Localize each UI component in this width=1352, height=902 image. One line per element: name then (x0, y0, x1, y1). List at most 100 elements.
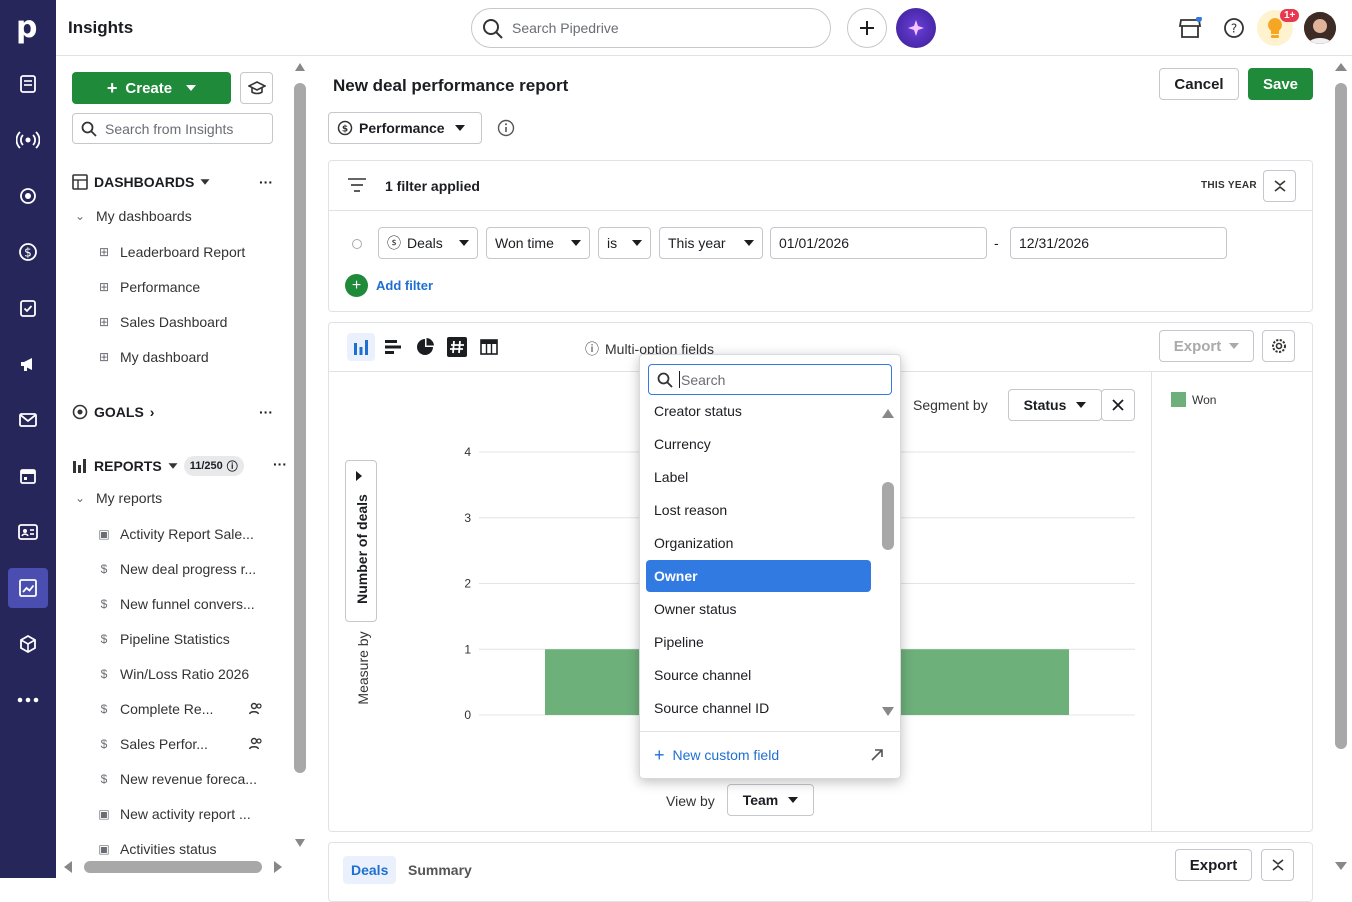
view-by-select[interactable]: Team (727, 784, 814, 816)
sidebar-item-report[interactable]: ▣ Activity Report Sale... (96, 526, 254, 542)
deals-icon[interactable]: $ (8, 232, 48, 272)
chart-settings-button[interactable] (1262, 330, 1295, 362)
dropdown-option[interactable]: Source channel ID (646, 692, 871, 724)
add-filter-button[interactable]: + Add filter (345, 274, 433, 297)
target-icon[interactable] (8, 176, 48, 216)
dropdown-option-selected[interactable]: Owner (646, 560, 871, 592)
legend-item[interactable]: Won (1171, 392, 1216, 407)
cancel-button[interactable]: Cancel (1159, 68, 1239, 100)
leads-icon[interactable] (8, 64, 48, 104)
pipedrive-logo[interactable]: p (16, 10, 37, 45)
collapse-table-button[interactable] (1261, 849, 1294, 881)
dropdown-option[interactable]: Label (646, 461, 871, 493)
reports-more-button[interactable]: ··· (273, 456, 287, 472)
tab-summary[interactable]: Summary (400, 856, 480, 884)
sidebar-item-report[interactable]: $ New funnel convers... (96, 596, 255, 612)
reports-section-header[interactable]: REPORTS 11/250 ⓘ (72, 456, 244, 476)
scroll-thumb[interactable] (1335, 83, 1347, 749)
ai-assistant-button[interactable] (896, 8, 936, 48)
scroll-up-arrow[interactable] (1335, 63, 1347, 71)
scroll-up-arrow[interactable] (882, 409, 894, 418)
info-icon[interactable] (497, 119, 515, 142)
sidebar-item-dashboard[interactable]: ⊞ Sales Dashboard (96, 314, 227, 330)
sidebar-item-dashboard[interactable]: ⊞ Performance (96, 279, 200, 295)
dropdown-option[interactable]: Lost reason (646, 494, 871, 526)
sidebar-item-dashboard[interactable]: ⊞ Leaderboard Report (96, 244, 245, 260)
scroll-down-arrow[interactable] (295, 839, 305, 847)
insights-search-input[interactable]: Search from Insights (72, 113, 273, 144)
insights-icon[interactable] (8, 568, 48, 608)
save-button[interactable]: Save (1248, 68, 1313, 100)
goals-more-button[interactable]: ··· (259, 404, 273, 420)
sparkle-icon (908, 20, 924, 36)
scroll-left-arrow[interactable] (64, 861, 72, 873)
more-icon[interactable] (8, 680, 48, 720)
report-type-select[interactable]: $ Performance (328, 112, 482, 144)
sidebar-item-report[interactable]: $ New revenue foreca... (96, 771, 257, 787)
dollar-icon: $ (337, 120, 353, 136)
help-icon[interactable]: ? (1220, 14, 1248, 42)
filter-entity-select[interactable]: ⓢ Deals (378, 227, 478, 259)
svg-text:?: ? (1231, 22, 1237, 36)
filter-field-select[interactable]: Won time (486, 227, 590, 259)
tasks-icon[interactable] (8, 288, 48, 328)
learn-button[interactable] (240, 72, 273, 104)
calendar-icon[interactable] (8, 456, 48, 496)
sidebar-hscrollbar[interactable] (56, 858, 290, 878)
scroll-right-arrow[interactable] (274, 861, 282, 873)
hscroll-thumb[interactable] (84, 861, 262, 873)
report-label: Complete Re... (120, 701, 214, 717)
avatar[interactable] (1304, 12, 1336, 44)
contacts-icon[interactable] (8, 512, 48, 552)
sidebar-scrollbar[interactable] (292, 57, 308, 857)
dropdown-search-input[interactable]: Search (648, 364, 892, 395)
export-button[interactable]: Export (1159, 330, 1254, 362)
sidebar-item-report[interactable]: $ Win/Loss Ratio 2026 (96, 666, 250, 682)
products-icon[interactable] (8, 624, 48, 664)
filter-period-select[interactable]: This year (659, 227, 763, 259)
my-reports-group[interactable]: ⌄ My reports (72, 490, 162, 506)
main-scrollbar[interactable] (1333, 57, 1349, 878)
date-from-input[interactable]: 01/01/2026 (770, 227, 987, 259)
scroll-down-arrow[interactable] (1335, 862, 1347, 870)
external-link-icon[interactable] (870, 748, 884, 767)
global-search-input[interactable]: Search Pipedrive (471, 8, 831, 48)
mail-icon[interactable] (8, 400, 48, 440)
sidebar-item-report[interactable]: ▣ New activity report ... (96, 806, 250, 822)
report-title[interactable]: New deal performance report (333, 76, 568, 96)
scroll-down-arrow[interactable] (882, 707, 894, 716)
new-custom-field-link[interactable]: + New custom field (654, 746, 779, 764)
sidebar-item-report[interactable]: $ Complete Re... (96, 701, 214, 717)
dropdown-option[interactable]: Pipeline (646, 626, 871, 658)
dropdown-option[interactable]: Source channel (646, 659, 871, 691)
table-export-button[interactable]: Export (1175, 849, 1252, 881)
dropdown-option[interactable]: Currency (646, 428, 871, 460)
dropdown-option[interactable]: Organization (646, 527, 871, 559)
collapse-filter-button[interactable] (1263, 170, 1296, 202)
y-tick-label: 0 (464, 708, 471, 722)
marketplace-icon[interactable] (1176, 14, 1204, 42)
scroll-up-arrow[interactable] (295, 63, 305, 71)
sidebar-item-report[interactable]: $ New deal progress r... (96, 561, 257, 577)
scroll-thumb[interactable] (294, 83, 306, 773)
dashboards-section-header[interactable]: DASHBOARDS (72, 174, 210, 190)
broadcast-icon[interactable] (8, 120, 48, 160)
quick-add-button[interactable] (847, 8, 887, 48)
sidebar-item-dashboard[interactable]: ⊞ My dashboard (96, 349, 209, 365)
my-dashboards-group[interactable]: ⌄ My dashboards (72, 208, 192, 224)
scroll-thumb[interactable] (882, 482, 894, 550)
campaigns-icon[interactable] (8, 344, 48, 384)
dropdown-scrollbar[interactable] (881, 407, 895, 719)
sidebar-item-report[interactable]: $ Sales Perfor... (96, 736, 208, 752)
dashboards-more-button[interactable]: ··· (259, 174, 273, 190)
date-to-input[interactable]: 12/31/2026 (1010, 227, 1227, 259)
sidebar-item-report[interactable]: $ Pipeline Statistics (96, 631, 230, 647)
sidebar-item-report[interactable]: ▣ Activities status (96, 841, 216, 857)
dropdown-option[interactable]: Owner status (646, 593, 871, 625)
dropdown-option[interactable]: Creator status (646, 403, 871, 427)
chart-bar[interactable] (900, 649, 1069, 715)
tab-deals[interactable]: Deals (343, 856, 397, 884)
goals-section-header[interactable]: GOALS › (72, 404, 154, 420)
filter-operator-select[interactable]: is (598, 227, 651, 259)
create-button[interactable]: + Create (72, 72, 231, 104)
